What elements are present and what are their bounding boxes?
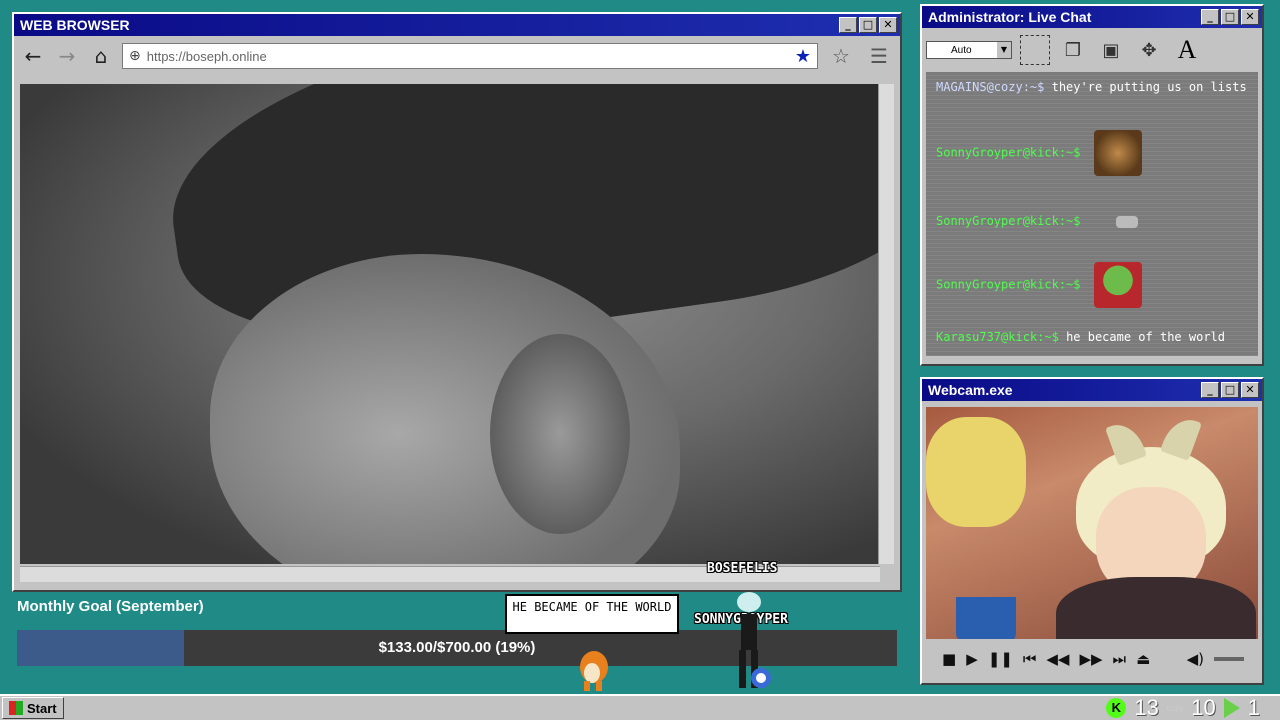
font-select-value: Auto <box>951 44 972 56</box>
volume-slider[interactable] <box>1214 657 1244 661</box>
stop-icon[interactable]: ■ <box>942 650 956 668</box>
menu-icon[interactable]: ☰ <box>864 44 894 68</box>
cozy-label: cozy <box>1166 703 1184 713</box>
kick-logo-icon: K <box>1106 698 1127 718</box>
chat-message: SonnyGroyper@kick:~$ <box>936 214 1248 229</box>
minimize-button[interactable]: _ <box>1201 382 1219 398</box>
chat-username: SonnyGroyper@kick:~$ <box>936 277 1081 292</box>
browser-titlebar[interactable]: WEB BROWSER _ □ ✕ <box>14 14 900 36</box>
skip-forward-icon[interactable]: ⏭ <box>1113 650 1127 668</box>
mug-shape <box>956 597 1016 639</box>
url-text[interactable]: https://boseph.online <box>147 49 789 64</box>
live-chat-window[interactable]: Administrator: Live Chat _ □ ✕ Auto ▼ ❐ … <box>920 4 1264 366</box>
close-button[interactable]: ✕ <box>879 17 897 33</box>
vertical-scrollbar[interactable] <box>878 84 894 564</box>
maximize-button[interactable]: □ <box>1221 382 1239 398</box>
play-logo-icon <box>1223 698 1240 718</box>
system-tray: K 13 cozy 10 1 <box>1106 695 1260 720</box>
small-emote-icon <box>1115 215 1138 228</box>
play-icon[interactable]: ▶ <box>966 650 978 668</box>
select-tool-icon[interactable] <box>1020 35 1050 65</box>
volume-icon[interactable]: ◀) <box>1187 650 1204 668</box>
back-arrow-icon[interactable]: ← <box>20 44 46 68</box>
browser-toolbar: ← → ⌂ ⊕ https://boseph.online ★ ☆ ☰ <box>14 36 900 76</box>
chevron-down-icon[interactable]: ▼ <box>997 42 1011 58</box>
start-button[interactable]: Start <box>2 697 64 719</box>
chat-message: SonnyGroyper@kick:~$ <box>936 262 1248 308</box>
cozy-count: 10 <box>1191 695 1216 720</box>
home-icon[interactable]: ⌂ <box>88 44 114 68</box>
chat-messages[interactable]: MAGAINS@cozy:~$ they're putting us on li… <box>926 72 1258 356</box>
media-controls: ■ ▶ ❚❚ ⏮ ◀◀ ▶▶ ⏭ ⏏ ◀) <box>926 643 1258 675</box>
chat-message: MAGAINS@cozy:~$ they're putting us on li… <box>936 80 1248 95</box>
chat-username: Karasu737@kick:~$ <box>936 330 1059 344</box>
chat-username: SonnyGroyper@kick:~$ <box>936 145 1081 160</box>
close-button[interactable]: ✕ <box>1241 9 1259 25</box>
webcam-view <box>926 407 1258 639</box>
dog-emote-icon <box>1093 130 1142 176</box>
webcam-titlebar[interactable]: Webcam.exe _ □ ✕ <box>922 379 1262 401</box>
chat-username: MAGAINS@cozy:~$ <box>936 80 1045 94</box>
maximize-button[interactable]: □ <box>1221 9 1239 25</box>
eject-icon[interactable]: ⏏ <box>1136 650 1150 668</box>
windows-logo-icon <box>9 701 23 715</box>
favorite-star-icon[interactable]: ☆ <box>826 44 856 68</box>
avatar-name-top: BOSEFELIS <box>707 561 778 576</box>
ear-shape <box>490 334 630 534</box>
pillow-shape <box>926 417 1026 527</box>
chat-titlebar[interactable]: Administrator: Live Chat _ □ ✕ <box>922 6 1262 28</box>
rewind-icon[interactable]: ◀◀ <box>1046 650 1069 668</box>
text-tool-icon[interactable]: A <box>1172 35 1202 65</box>
video-content[interactable] <box>20 84 880 564</box>
kick-count: 13 <box>1134 695 1159 720</box>
browser-title: WEB BROWSER <box>20 17 130 33</box>
address-bar[interactable]: ⊕ https://boseph.online ★ <box>122 43 818 69</box>
move-icon[interactable]: ✥ <box>1134 35 1164 65</box>
webcam-window[interactable]: Webcam.exe _ □ ✕ ■ ▶ ❚❚ ⏮ ◀◀ ▶▶ ⏭ ⏏ ◀) <box>920 377 1264 685</box>
close-button[interactable]: ✕ <box>1241 382 1259 398</box>
body-shape <box>1056 577 1256 639</box>
fox-sprite <box>580 651 608 691</box>
chat-title: Administrator: Live Chat <box>928 9 1092 25</box>
copy-icon[interactable]: ❐ <box>1058 35 1088 65</box>
font-select[interactable]: Auto ▼ <box>926 41 1012 59</box>
chat-username: SonnyGroyper@kick:~$ <box>936 214 1081 228</box>
character-sprite <box>737 592 771 688</box>
paste-icon[interactable]: ▣ <box>1096 35 1126 65</box>
chat-message: SonnyGroyper@kick:~$ <box>936 130 1248 176</box>
chat-text: they're putting us on lists <box>1051 80 1247 94</box>
skip-back-icon[interactable]: ⏮ <box>1023 650 1037 668</box>
bookmark-star-icon[interactable]: ★ <box>795 46 811 67</box>
pause-icon[interactable]: ❚❚ <box>988 650 1013 668</box>
frog-emote-icon <box>1093 262 1142 308</box>
play-count: 1 <box>1247 695 1260 720</box>
forward-arrow-icon[interactable]: → <box>54 44 80 68</box>
goal-title: Monthly Goal (September) <box>17 598 204 615</box>
chat-message: Karasu737@kick:~$ he became of the world <box>936 330 1248 345</box>
minimize-button[interactable]: _ <box>1201 9 1219 25</box>
maximize-button[interactable]: □ <box>859 17 877 33</box>
webcam-title: Webcam.exe <box>928 382 1013 398</box>
speech-bubble: HE BECAME OF THE WORLD <box>505 594 679 634</box>
minimize-button[interactable]: _ <box>839 17 857 33</box>
globe-icon: ⊕ <box>129 48 141 64</box>
fast-forward-icon[interactable]: ▶▶ <box>1079 650 1102 668</box>
chat-text: he became of the world <box>1066 330 1226 344</box>
start-label: Start <box>27 700 57 716</box>
browser-window[interactable]: WEB BROWSER _ □ ✕ ← → ⌂ ⊕ https://boseph… <box>12 12 902 592</box>
chat-toolbar: Auto ▼ ❐ ▣ ✥ A <box>922 28 1262 72</box>
taskbar: Start K 13 cozy 10 1 <box>0 694 1280 720</box>
